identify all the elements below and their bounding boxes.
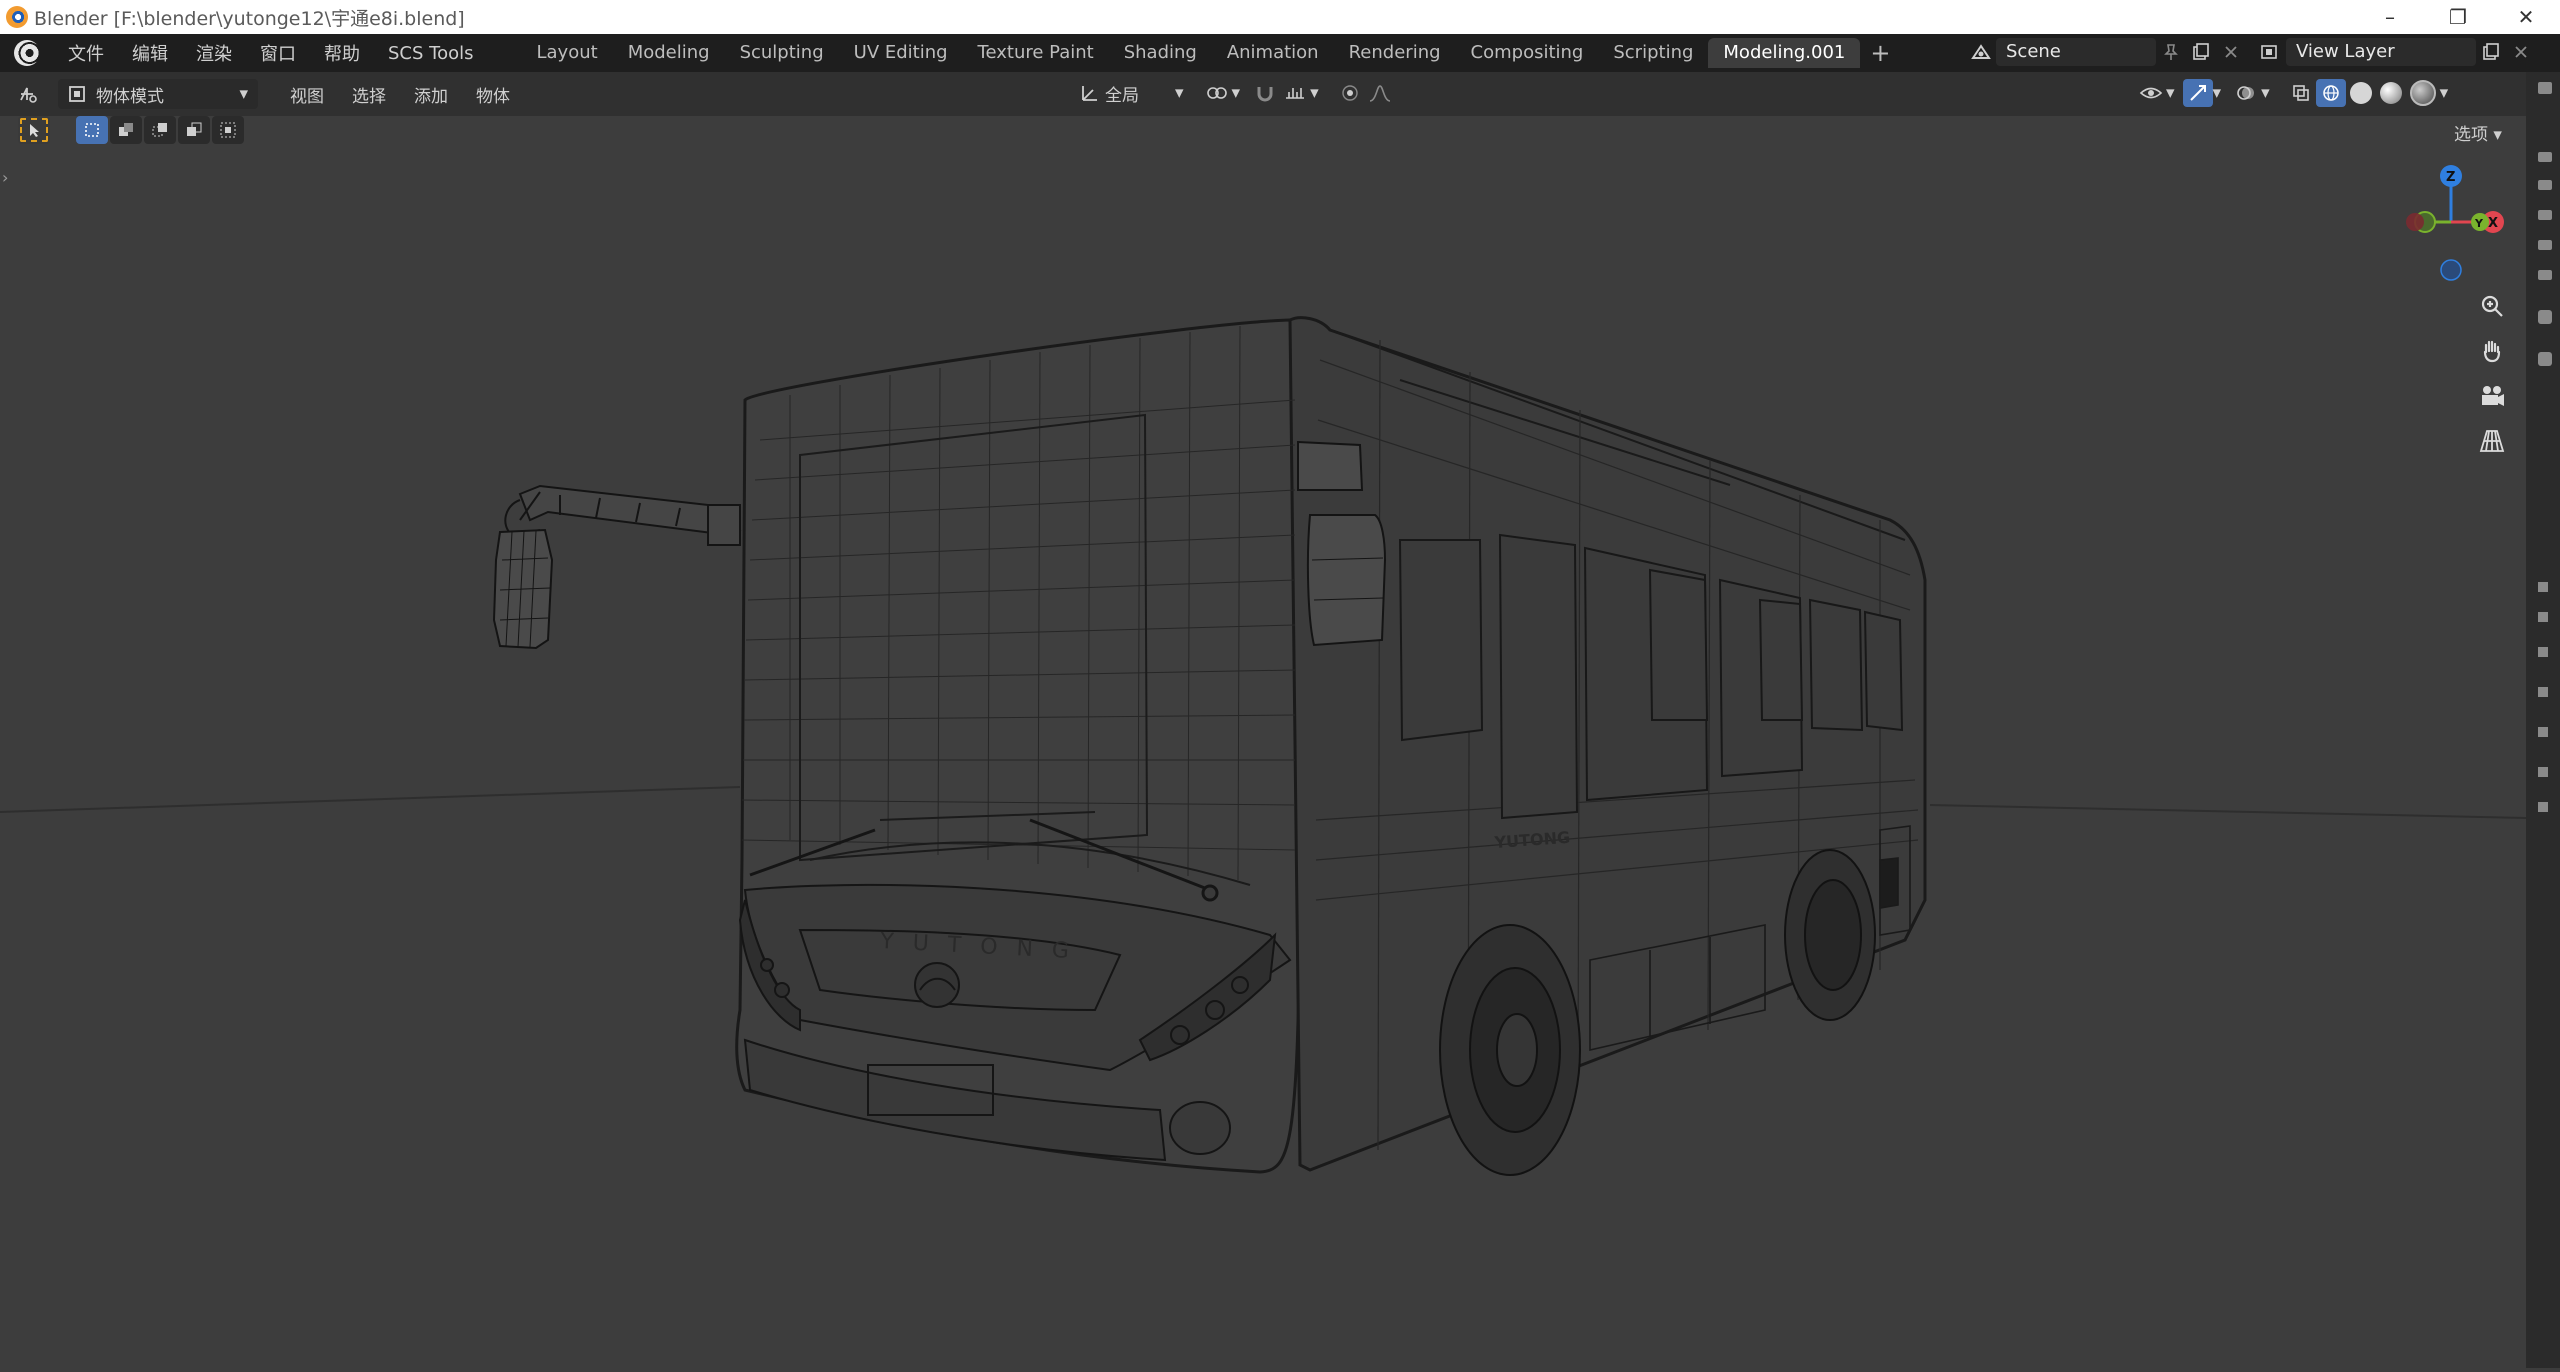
left-mirror — [492, 528, 554, 650]
new-view-layer-icon[interactable] — [2476, 38, 2506, 66]
new-scene-icon[interactable] — [2186, 38, 2216, 66]
scene-icon[interactable] — [1966, 38, 1996, 66]
orientation-chevron-icon[interactable]: ▾ — [1175, 83, 1184, 103]
menu-render[interactable]: 渲染 — [182, 40, 246, 66]
window-title: Blender [F:\blender\yutonge12\宇通e8i.blen… — [34, 7, 465, 30]
falloff-curve-icon[interactable] — [1365, 79, 1395, 107]
overlays-icon[interactable] — [2231, 79, 2261, 107]
3d-viewport[interactable]: Y U T O N G YUTONG › 选项 ▾ Z X Y — [0, 116, 2526, 1368]
tab-modeling[interactable]: Modeling — [613, 38, 725, 68]
view-layer-icon[interactable] — [2256, 38, 2286, 66]
tab-scripting[interactable]: Scripting — [1598, 38, 1708, 68]
pivot-point-icon[interactable] — [1202, 79, 1232, 107]
view-layer-field[interactable]: View Layer — [2286, 38, 2476, 66]
interaction-mode-select[interactable]: 物体模式 ▾ — [58, 79, 258, 109]
tab-compositing[interactable]: Compositing — [1456, 38, 1599, 68]
add-workspace-button[interactable]: + — [1860, 39, 1900, 67]
visibility-chevron-icon[interactable]: ▾ — [2166, 83, 2175, 103]
remove-view-layer-icon[interactable] — [2506, 38, 2536, 66]
window-titlebar: Blender [F:\blender\yutonge12\宇通e8i.blen… — [0, 0, 2560, 34]
object-mode-icon — [69, 86, 85, 102]
close-button[interactable]: ✕ — [2492, 0, 2560, 34]
tab-texture-paint[interactable]: Texture Paint — [963, 38, 1109, 68]
tab-uv-editing[interactable]: UV Editing — [839, 38, 963, 68]
tab-animation[interactable]: Animation — [1212, 38, 1334, 68]
menu-add[interactable]: 添加 — [400, 82, 462, 107]
solid-shading-icon[interactable] — [2349, 82, 2372, 104]
pivot-chevron-icon[interactable]: ▾ — [1232, 83, 1241, 103]
options-label: 选项 — [2454, 125, 2488, 145]
tab-sculpting[interactable]: Sculpting — [725, 38, 839, 68]
wireframe-scene: Y U T O N G YUTONG — [0, 316, 2526, 1176]
snap-chevron-icon[interactable]: ▾ — [1310, 83, 1319, 103]
menu-select[interactable]: 选择 — [338, 82, 400, 107]
navigation-gizmo[interactable]: Z X Y — [2385, 158, 2515, 288]
workspace-tabs: Layout Modeling Sculpting UV Editing Tex… — [521, 34, 1900, 72]
blender-app-icon — [6, 6, 28, 28]
transform-controls: 全局 ▾ ▾ ▾ — [1075, 79, 1395, 107]
zoom-icon[interactable] — [2472, 286, 2512, 326]
tab-rendering[interactable]: Rendering — [1334, 38, 1456, 68]
select-box-tool-icon[interactable] — [18, 116, 50, 144]
viewport-header: 物体模式 ▾ 视图 选择 添加 物体 全局 ▾ ▾ ▾ ▾ ▾ ▾ ▾ — [0, 72, 2560, 116]
camera-view-icon[interactable] — [2472, 376, 2512, 416]
gizmo-chevron-icon[interactable]: ▾ — [2213, 83, 2222, 103]
options-dropdown[interactable]: 选项 ▾ — [2454, 120, 2502, 145]
editor-type-icon[interactable] — [14, 80, 44, 108]
gizmo-y-label: Y — [2474, 217, 2484, 230]
menu-window[interactable]: 窗口 — [246, 40, 310, 66]
select-mode-new-icon[interactable] — [76, 116, 108, 144]
window-controls: – ❐ ✕ — [2356, 0, 2560, 34]
remove-scene-icon[interactable] — [2216, 38, 2246, 66]
tab-modeling-001[interactable]: Modeling.001 — [1708, 38, 1861, 68]
chevron-down-icon: ▾ — [239, 84, 248, 104]
snap-increment-icon[interactable] — [1280, 79, 1310, 107]
tab-shading[interactable]: Shading — [1109, 38, 1212, 68]
top-bar: 文件 编辑 渲染 窗口 帮助 SCS Tools Layout Modeling… — [0, 34, 2560, 72]
mode-label: 物体模式 — [96, 86, 164, 107]
menu-view[interactable]: 视图 — [276, 82, 338, 107]
select-mode-extend-icon[interactable] — [110, 116, 142, 144]
transform-orientation-icon[interactable] — [1075, 79, 1105, 107]
scene-name-field[interactable]: Scene — [1996, 38, 2156, 66]
perspective-grid-icon[interactable] — [2472, 421, 2512, 461]
maximize-button[interactable]: ❐ — [2424, 0, 2492, 34]
menu-scs-tools[interactable]: SCS Tools — [374, 43, 487, 64]
gizmo-toggle-icon[interactable] — [2182, 79, 2213, 107]
scene-selector-group: Scene View Layer — [1966, 38, 2536, 66]
rear-wheel — [1784, 849, 1876, 1021]
right-sidebar-strip — [2526, 72, 2560, 1368]
shading-chevron-icon[interactable]: ▾ — [2440, 83, 2449, 103]
front-wheel — [1439, 924, 1581, 1176]
transform-orientation-label[interactable]: 全局 — [1105, 81, 1175, 106]
select-mode-invert-icon[interactable] — [178, 116, 210, 144]
overlays-chevron-icon[interactable]: ▾ — [2261, 83, 2270, 103]
select-tool-row — [18, 116, 246, 144]
material-shading-icon[interactable] — [2379, 82, 2402, 104]
gizmo-x-label: X — [2488, 216, 2498, 231]
pin-icon[interactable] — [2156, 38, 2186, 66]
menu-object[interactable]: 物体 — [462, 82, 524, 107]
tab-layout[interactable]: Layout — [521, 38, 612, 68]
pan-hand-icon[interactable] — [2472, 331, 2512, 371]
menu-help[interactable]: 帮助 — [310, 40, 374, 66]
rendered-shading-icon[interactable] — [2409, 80, 2436, 106]
menu-edit[interactable]: 编辑 — [118, 40, 182, 66]
xray-toggle-icon[interactable] — [2286, 79, 2316, 107]
visibility-eye-icon[interactable] — [2136, 79, 2166, 107]
select-mode-intersect-icon[interactable] — [212, 116, 244, 144]
minimize-button[interactable]: – — [2356, 0, 2424, 34]
select-mode-subtract-icon[interactable] — [144, 116, 176, 144]
viewport-shading-controls: ▾ ▾ ▾ ▾ — [2136, 79, 2448, 107]
toolbar-expand-icon[interactable]: › — [2, 168, 8, 187]
wireframe-shading-icon[interactable] — [2315, 79, 2346, 107]
blender-logo-icon[interactable] — [14, 40, 40, 66]
menu-file[interactable]: 文件 — [54, 40, 118, 66]
snap-magnet-icon[interactable] — [1250, 79, 1280, 107]
proportional-edit-icon[interactable] — [1335, 79, 1365, 107]
gizmo-z-label: Z — [2446, 170, 2455, 185]
